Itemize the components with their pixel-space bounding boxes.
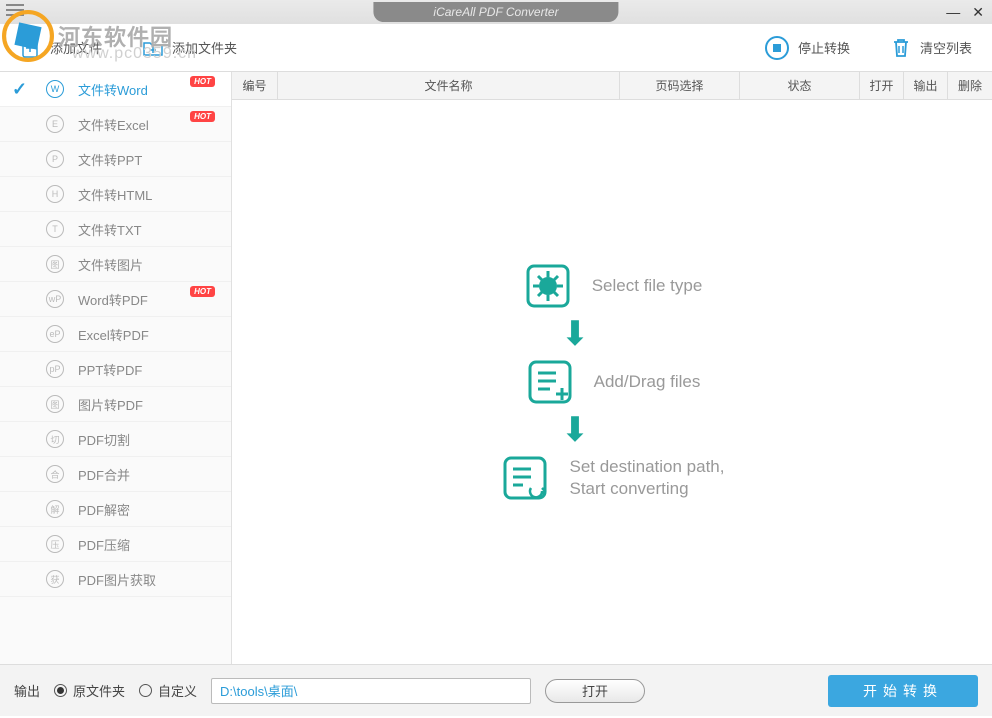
radio-origin-label: 原文件夹	[73, 681, 125, 700]
format-icon: H	[46, 185, 64, 203]
hot-badge: HOT	[190, 286, 215, 297]
col-output: 输出	[904, 72, 948, 99]
radio-origin-folder[interactable]: 原文件夹	[54, 681, 125, 700]
sidebar-item-14[interactable]: 获 PDF图片获取	[0, 562, 231, 597]
sidebar-item-9[interactable]: 图图片转PDF	[0, 387, 231, 422]
col-number: 编号	[232, 72, 278, 99]
sidebar-item-5[interactable]: 图文件转图片	[0, 247, 231, 282]
format-icon: T	[46, 220, 64, 238]
minimize-button[interactable]: —	[946, 4, 960, 21]
sidebar-item-1[interactable]: E 文件转Excel HOT	[0, 107, 231, 142]
format-icon: P	[46, 150, 64, 168]
watermark-url: www.pc0359.cn	[72, 45, 197, 63]
sidebar-item-label: 文件转图片	[78, 255, 143, 274]
col-filename: 文件名称	[278, 72, 620, 99]
sidebar-item-label: 文件转PPT	[78, 150, 142, 169]
hamburger-icon[interactable]	[6, 4, 24, 18]
gear-page-icon	[522, 260, 574, 312]
col-pages: 页码选择	[620, 72, 740, 99]
stop-label: 停止转换	[798, 38, 850, 57]
format-icon: E	[46, 115, 64, 133]
sidebar-item-13[interactable]: 压 PDF压缩	[0, 527, 231, 562]
sidebar-item-2[interactable]: P 文件转PPT	[0, 142, 231, 177]
arrow-down-icon: ⬇	[561, 314, 590, 354]
file-convert-icon	[499, 452, 551, 504]
sidebar-item-4[interactable]: T 文件转TXT	[0, 212, 231, 247]
step-add-files: Add/Drag files	[524, 356, 701, 408]
format-icon: eP	[46, 325, 64, 343]
col-status: 状态	[740, 72, 860, 99]
step-select-type: Select file type	[522, 260, 703, 312]
format-icon: 解	[46, 500, 64, 518]
hot-badge: HOT	[190, 111, 215, 122]
close-button[interactable]: ✕	[972, 4, 984, 21]
clear-list-button[interactable]: 清空列表	[890, 35, 972, 61]
sidebar-item-label: PDF压缩	[78, 535, 130, 554]
stop-icon	[764, 35, 790, 61]
sidebar-item-label: 文件转TXT	[78, 220, 142, 239]
table-header: 编号 文件名称 页码选择 状态 打开 输出 删除	[232, 72, 992, 100]
format-icon: pP	[46, 360, 64, 378]
sidebar-item-label: 文件转Word	[78, 80, 148, 99]
format-icon: W	[46, 80, 64, 98]
format-icon: 压	[46, 535, 64, 553]
file-plus-icon	[524, 356, 576, 408]
sidebar-item-11[interactable]: 合 PDF合并	[0, 457, 231, 492]
sidebar-item-label: PDF解密	[78, 500, 130, 519]
hot-badge: HOT	[190, 76, 215, 87]
output-label: 输出	[14, 681, 40, 700]
col-open: 打开	[860, 72, 904, 99]
sidebar-item-12[interactable]: 解 PDF解密	[0, 492, 231, 527]
drop-zone[interactable]: Select file type ⬇ Add/Drag files ⬇ Set …	[232, 100, 992, 664]
sidebar-item-label: 文件转HTML	[78, 185, 152, 204]
arrow-down-icon: ⬇	[561, 410, 590, 450]
titlebar: iCareAll PDF Converter — ✕	[0, 0, 992, 24]
open-folder-button[interactable]: 打开	[545, 679, 645, 703]
sidebar-item-label: 文件转Excel	[78, 115, 149, 134]
sidebar-item-label: PPT转PDF	[78, 360, 142, 379]
radio-custom-label: 自定义	[158, 681, 197, 700]
sidebar-item-label: Word转PDF	[78, 290, 148, 309]
start-convert-button[interactable]: 开始转换	[828, 675, 978, 707]
radio-off-icon	[139, 684, 152, 697]
file-add-icon	[20, 37, 42, 59]
sidebar-item-label: PDF图片获取	[78, 570, 156, 589]
sidebar-item-label: PDF切割	[78, 430, 130, 449]
sidebar-item-7[interactable]: eP Excel转PDF	[0, 317, 231, 352]
window-title: iCareAll PDF Converter	[373, 2, 618, 22]
format-icon: 图	[46, 395, 64, 413]
format-icon: 获	[46, 570, 64, 588]
col-delete: 删除	[948, 72, 992, 99]
step2-text: Add/Drag files	[594, 371, 701, 393]
format-icon: 切	[46, 430, 64, 448]
step-start-convert: Set destination path,Start converting	[499, 452, 724, 504]
format-icon: 图	[46, 255, 64, 273]
main-panel: 编号 文件名称 页码选择 状态 打开 输出 删除 Select file typ…	[232, 72, 992, 664]
radio-custom-folder[interactable]: 自定义	[139, 681, 197, 700]
sidebar-item-label: PDF合并	[78, 465, 130, 484]
format-icon: 合	[46, 465, 64, 483]
sidebar-item-label: Excel转PDF	[78, 325, 149, 344]
sidebar-item-3[interactable]: H 文件转HTML	[0, 177, 231, 212]
step1-text: Select file type	[592, 275, 703, 297]
sidebar-item-label: 图片转PDF	[78, 395, 143, 414]
clear-label: 清空列表	[920, 38, 972, 57]
sidebar-item-8[interactable]: pP PPT转PDF	[0, 352, 231, 387]
sidebar-item-6[interactable]: wP Word转PDF HOT	[0, 282, 231, 317]
footer-bar: 输出 原文件夹 自定义 D:\tools\桌面\ 打开 开始转换	[0, 664, 992, 716]
trash-icon	[890, 36, 912, 60]
format-icon: wP	[46, 290, 64, 308]
radio-on-icon	[54, 684, 67, 697]
step3-text: Set destination path,Start converting	[569, 456, 724, 500]
sidebar-item-10[interactable]: 切 PDF切割	[0, 422, 231, 457]
sidebar: W 文件转Word HOT E 文件转Excel HOT P 文件转PPT H 文件转HTML T文…	[0, 72, 232, 664]
sidebar-item-0[interactable]: W 文件转Word HOT	[0, 72, 231, 107]
output-path-field[interactable]: D:\tools\桌面\	[211, 678, 531, 704]
stop-convert-button[interactable]: 停止转换	[764, 35, 850, 61]
